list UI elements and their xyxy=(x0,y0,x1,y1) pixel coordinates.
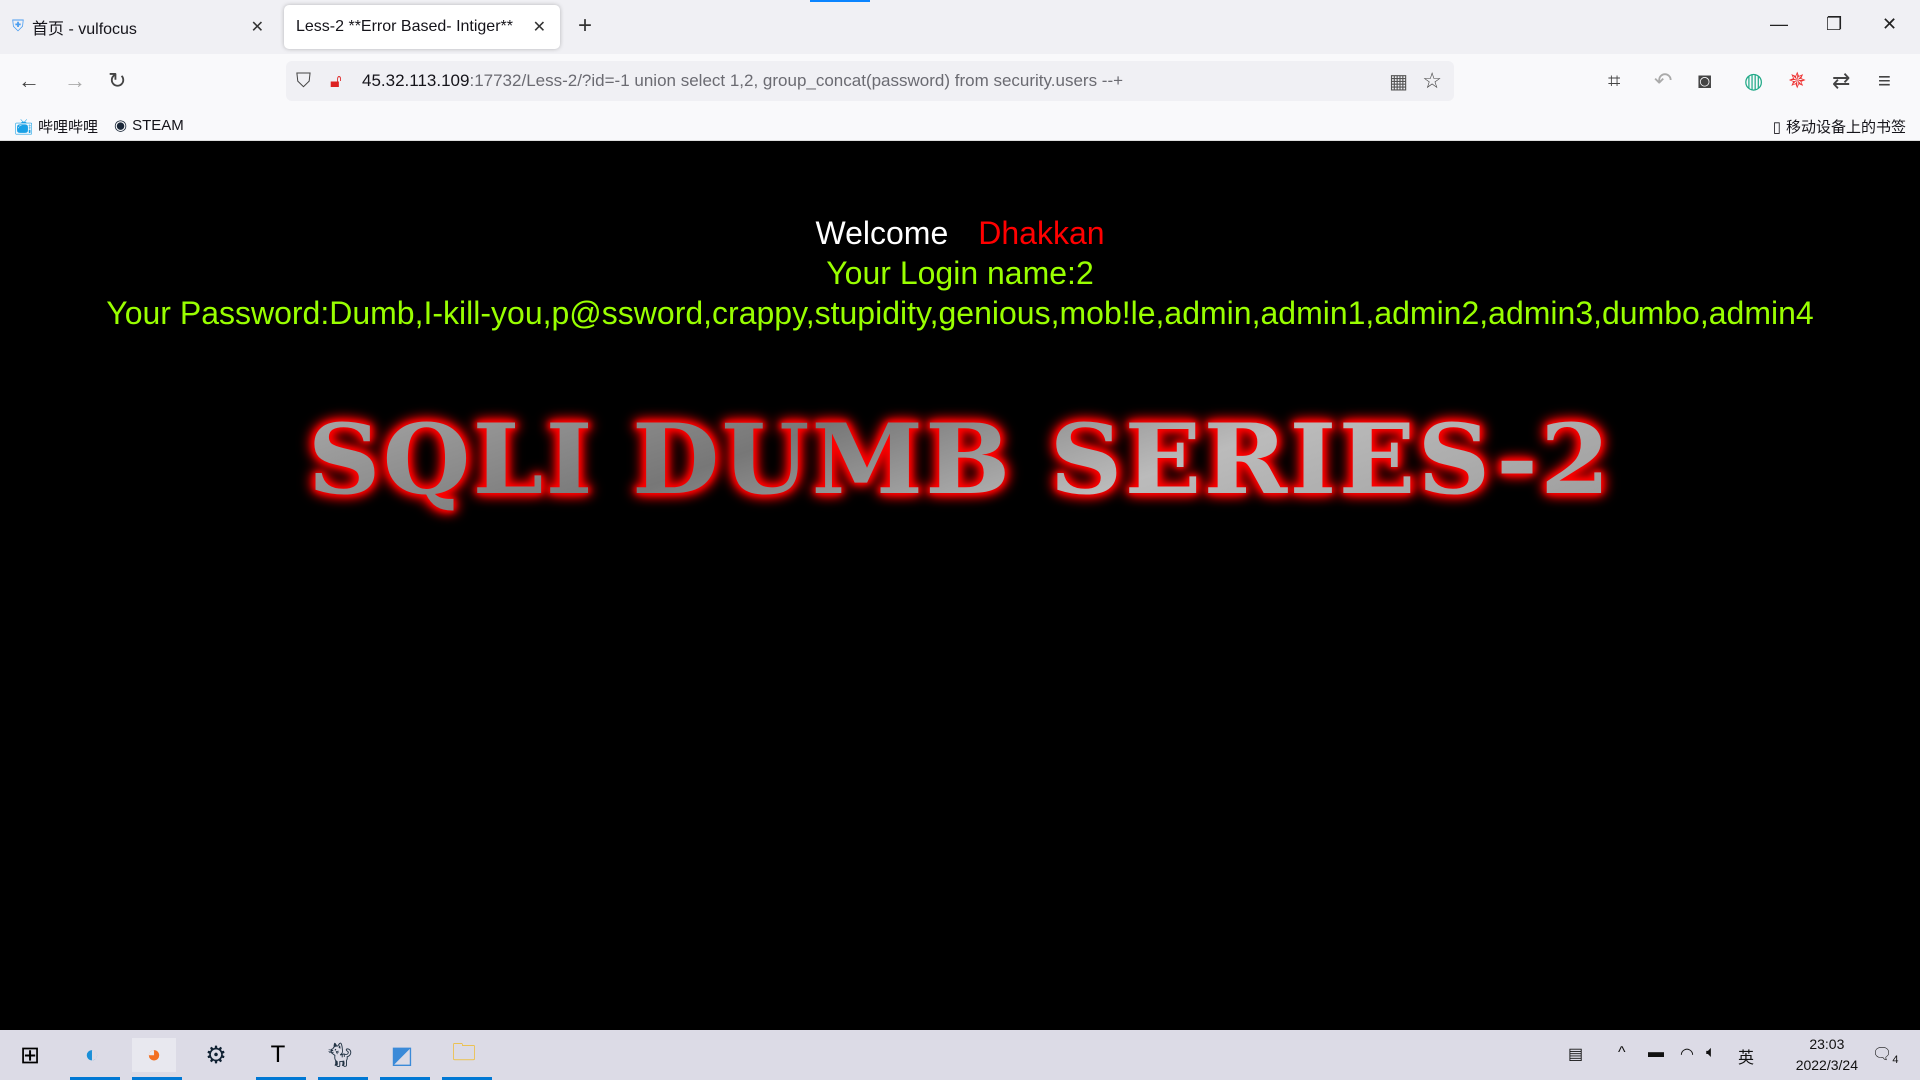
welcome-name: Dhakkan xyxy=(978,215,1105,251)
firefox-icon[interactable]: ◕ xyxy=(132,1038,182,1080)
forward-icon[interactable]: → xyxy=(64,68,86,94)
minimize-button[interactable]: — xyxy=(1770,14,1788,35)
mobile-bookmarks[interactable]: ▯ 移动设备上的书签 xyxy=(1773,116,1906,137)
loading-indicator xyxy=(810,0,870,2)
tab-label: Less-2 **Error Based- Intiger** xyxy=(296,18,513,35)
download-manager-icon[interactable]: ◍ xyxy=(1744,68,1763,94)
ime-indicator[interactable]: 英 xyxy=(1738,1044,1754,1068)
new-tab-button[interactable]: + xyxy=(578,12,592,40)
mobile-device-icon: ▯ xyxy=(1772,118,1781,136)
url-bar[interactable]: ⛉ 🔓︎ 45.32.113.109:17732/Less-2/?id=-1 u… xyxy=(286,61,1454,101)
clock[interactable]: 23:03 2022/3/24 xyxy=(1796,1034,1858,1076)
tampermonkey-icon[interactable]: ◙ xyxy=(1698,68,1711,94)
shield-icon[interactable]: ⛉ xyxy=(296,70,311,93)
url-text[interactable]: 45.32.113.109:17732/Less-2/?id=-1 union … xyxy=(362,71,1123,91)
insecure-lock-icon[interactable]: 🔓︎ xyxy=(330,71,342,92)
battery-icon[interactable]: ▬ xyxy=(1648,1044,1664,1062)
screenshot-crop-icon[interactable]: ⌗ xyxy=(1608,68,1620,94)
translate-icon[interactable]: ⇄ xyxy=(1832,68,1850,94)
close-tab-icon[interactable]: ✕ xyxy=(533,17,546,37)
show-hidden-icons[interactable]: ^ xyxy=(1618,1044,1626,1062)
bilibili-icon: 📺︎ xyxy=(14,118,34,136)
tab-vulfocus[interactable]: ⛨ 首页 - vulfocus ✕ xyxy=(0,5,278,49)
page-content: Welcome Dhakkan Your Login name:2 Your Pa… xyxy=(0,141,1920,1030)
notification-count: 4 xyxy=(1892,1054,1899,1067)
typora-icon[interactable]: T xyxy=(256,1038,306,1080)
file-explorer-icon[interactable]: 🗀 xyxy=(442,1038,492,1080)
reload-icon[interactable]: ↻ xyxy=(108,68,126,94)
menu-icon[interactable]: ≡ xyxy=(1878,68,1891,94)
steam-icon: ◉ xyxy=(114,117,128,134)
back-icon[interactable]: ← xyxy=(18,68,40,94)
password-output: Your Password:Dumb,I-kill-you,p@ssword,c… xyxy=(106,295,1814,331)
bookmarks-bar: 📺︎ 哔哩哔哩 ◉ STEAM ▯ 移动设备上的书签 xyxy=(0,110,1920,141)
taskbar: ⊞ ◐ ◕ ⚙ T 🐈︎ ◩ 🗀 ▤ ^ ▬ ◠ 🔈︎ 英 23:03 2022/… xyxy=(0,1030,1920,1080)
bookmark-steam[interactable]: ◉ STEAM xyxy=(114,116,184,135)
qr-code-icon[interactable]: ▦ xyxy=(1389,69,1408,94)
keyboard-icon[interactable]: ▤ xyxy=(1568,1044,1583,1064)
notification-center-icon[interactable]: 🗨︎4 xyxy=(1872,1044,1898,1066)
undo-icon[interactable]: ↶ xyxy=(1654,68,1672,94)
windows-start-icon[interactable]: ⊞ xyxy=(8,1038,52,1072)
bookmark-bilibili[interactable]: 📺︎ 哔哩哔哩 xyxy=(14,116,98,137)
close-window-button[interactable]: ✕ xyxy=(1882,14,1897,35)
navigation-bar: ← → ↻ ⛉ 🔓︎ 45.32.113.109:17732/Less-2/?i… xyxy=(0,54,1920,110)
settings-app-icon[interactable]: ⚙ xyxy=(194,1038,238,1072)
tab-bar: ⛨ 首页 - vulfocus ✕ Less-2 **Error Based- … xyxy=(0,0,1920,54)
tab-label: 首页 - vulfocus xyxy=(32,21,137,38)
extension-star-icon[interactable]: ✵ xyxy=(1788,68,1806,94)
close-tab-icon[interactable]: ✕ xyxy=(251,17,264,37)
volume-icon[interactable]: 🔈︎ xyxy=(1706,1044,1716,1062)
edge-icon[interactable]: ◐ xyxy=(70,1038,120,1080)
tab-less-2[interactable]: Less-2 **Error Based- Intiger** ✕ xyxy=(284,5,560,49)
wifi-icon[interactable]: ◠ xyxy=(1680,1044,1694,1064)
restore-button[interactable]: ❐ xyxy=(1826,14,1842,35)
cat-app-icon[interactable]: 🐈︎ xyxy=(318,1038,368,1080)
shield-favicon-icon: ⛨ xyxy=(12,18,25,35)
bookmark-star-icon[interactable]: ☆ xyxy=(1422,68,1442,94)
paint-app-icon[interactable]: ◩ xyxy=(380,1038,430,1080)
sqli-series-logo: SQLI DUMB SERIES-2 xyxy=(0,403,1920,516)
login-name: Your Login name:2 xyxy=(826,255,1094,291)
welcome-line: Welcome Dhakkan xyxy=(815,215,1105,251)
